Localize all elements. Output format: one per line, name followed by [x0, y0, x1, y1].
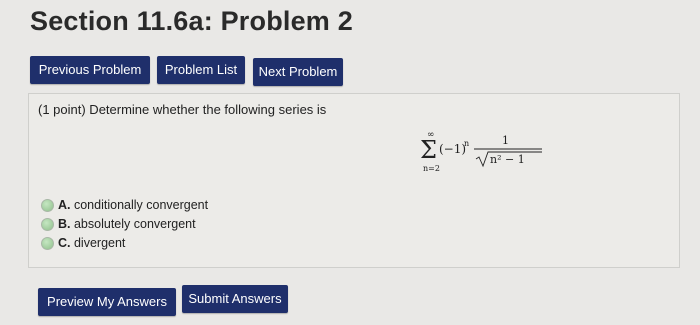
- preview-answers-button[interactable]: Preview My Answers: [38, 288, 176, 316]
- problem-list-button[interactable]: Problem List: [157, 56, 245, 84]
- previous-problem-button[interactable]: Previous Problem: [30, 56, 150, 84]
- fraction-numerator: 1: [502, 134, 509, 147]
- series-formula: ∞ Σ n=2 (−1) n 1 n² − 1: [420, 130, 542, 173]
- problem-box: (1 point) Determine whether the followin…: [28, 93, 680, 268]
- choice-b-label: absolutely convergent: [73, 217, 196, 231]
- sigma-symbol: Σ: [420, 136, 437, 164]
- alternating-factor: (−1): [439, 142, 466, 156]
- page-title: Section 11.6a: Problem 2: [30, 6, 353, 36]
- choice-a-letter: A.: [58, 198, 71, 212]
- denominator-radicand: n² − 1: [490, 153, 525, 166]
- lower-limit: n=2: [423, 164, 440, 173]
- next-problem-button[interactable]: Next Problem: [253, 58, 343, 86]
- submit-answers-button[interactable]: Submit Answers: [182, 285, 288, 313]
- radio-c[interactable]: [41, 237, 54, 250]
- radio-b[interactable]: [41, 218, 54, 231]
- choice-a-label: conditionally convergent: [73, 198, 209, 212]
- radio-a[interactable]: [41, 199, 54, 212]
- choice-c-label: divergent: [73, 236, 126, 250]
- choice-b-letter: B.: [58, 217, 71, 231]
- problem-prompt: (1 point) Determine whether the followin…: [38, 102, 327, 117]
- factor-exponent: n: [464, 139, 469, 148]
- choice-c-letter: C.: [58, 236, 71, 250]
